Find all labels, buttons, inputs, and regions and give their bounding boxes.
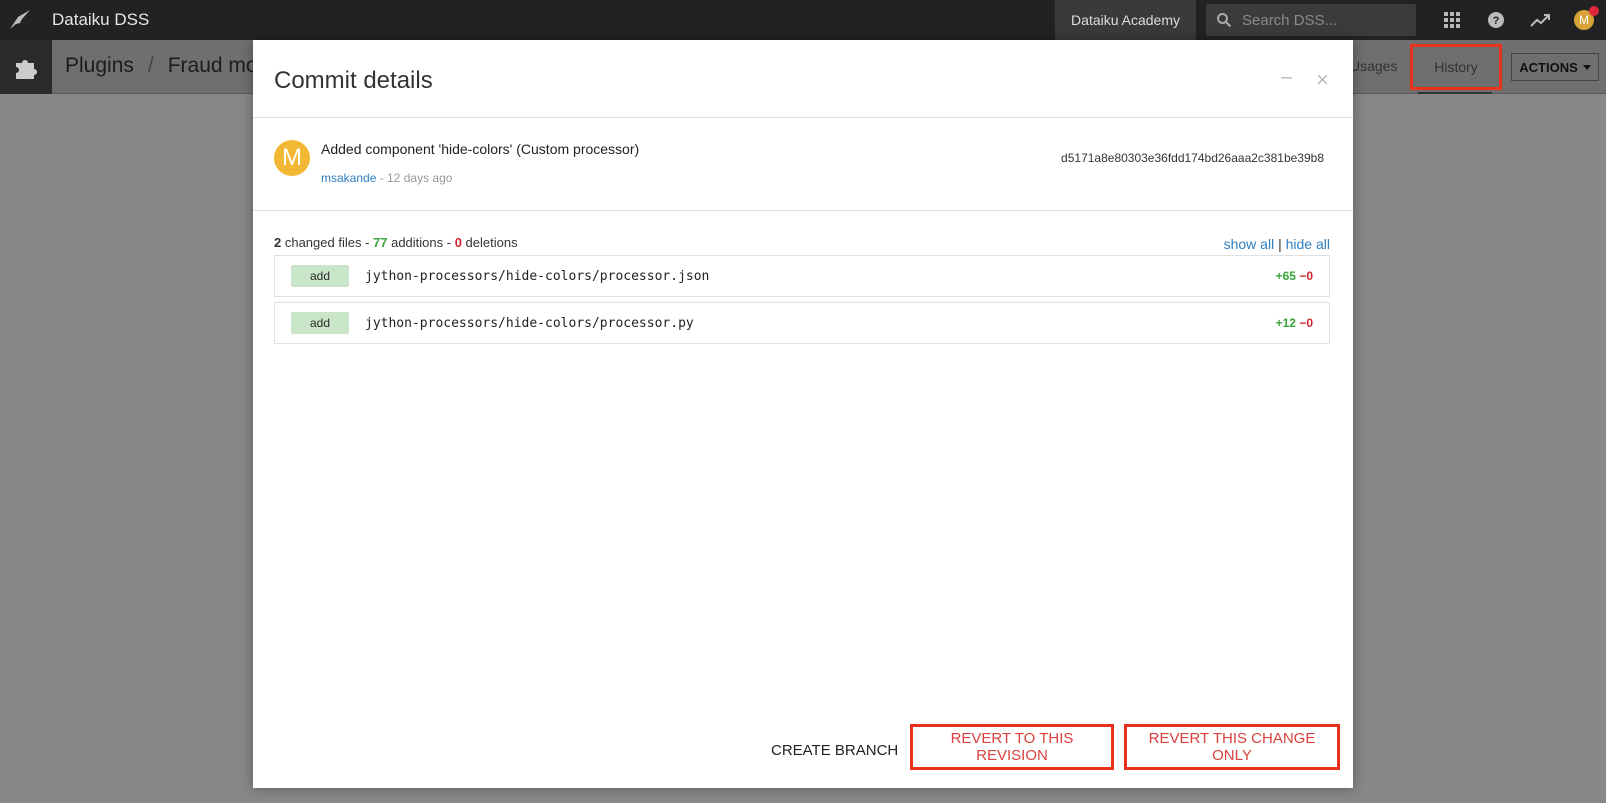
file-diff-stats: +12 −0 — [1276, 316, 1313, 330]
commit-info: M Added component 'hide-colors' (Custom … — [253, 118, 1353, 211]
activity-trend-icon[interactable] — [1518, 0, 1562, 40]
tab-history-label: History — [1434, 59, 1478, 75]
dataiku-bird-logo-icon[interactable] — [0, 0, 40, 40]
file-deletions: −0 — [1299, 269, 1313, 283]
changed-files-label: changed files - — [281, 235, 374, 250]
commit-meta: msakande - 12 days ago — [321, 171, 452, 185]
breadcrumb: Plugins / Fraud mon — [65, 54, 269, 78]
help-icon[interactable]: ? — [1474, 0, 1518, 40]
modal-footer: CREATE BRANCH REVERT TO THIS REVISION RE… — [253, 718, 1353, 788]
app-title[interactable]: Dataiku DSS — [52, 10, 149, 30]
file-additions: +12 — [1275, 316, 1296, 330]
file-additions: +65 — [1275, 269, 1296, 283]
tab-usages[interactable]: Usages — [1350, 58, 1397, 74]
academy-link[interactable]: Dataiku Academy — [1055, 0, 1196, 40]
top-navbar: Dataiku DSS Dataiku Academy ? M — [0, 0, 1606, 40]
file-status-badge: add — [291, 312, 349, 334]
file-path: jython-processors/hide-colors/processor.… — [365, 315, 694, 331]
commit-time: - 12 days ago — [376, 171, 453, 185]
actions-label: ACTIONS — [1519, 59, 1578, 75]
puzzle-piece-icon[interactable] — [0, 40, 52, 94]
changes-summary: 2 changed files - 77 additions - 0 delet… — [274, 235, 518, 250]
navbar-right: Dataiku Academy ? M — [1055, 0, 1606, 40]
commit-hash: d5171a8e80303e36fdd174bd26aaa2c381be39b8 — [1061, 151, 1324, 165]
avatar: M — [1574, 6, 1599, 30]
minimize-icon[interactable]: – — [1281, 66, 1292, 89]
caret-down-icon — [1582, 64, 1591, 70]
diff-toggle-links: show all | hide all — [1224, 236, 1330, 252]
breadcrumb-separator: / — [147, 54, 154, 77]
modal-header: Commit details – × — [253, 40, 1353, 118]
additions-count: 77 — [373, 235, 388, 250]
breadcrumb-plugins[interactable]: Plugins — [65, 54, 134, 78]
search-icon — [1217, 13, 1232, 28]
avatar-letter: M — [1579, 13, 1589, 27]
revert-to-revision-button[interactable]: REVERT TO THIS REVISION — [910, 724, 1114, 770]
user-avatar-button[interactable]: M — [1562, 0, 1606, 40]
file-row[interactable]: add jython-processors/hide-colors/proces… — [274, 255, 1330, 297]
commit-message: Added component 'hide-colors' (Custom pr… — [321, 141, 640, 157]
deletions-label: deletions — [461, 235, 518, 250]
notification-dot — [1589, 6, 1599, 16]
create-branch-button[interactable]: CREATE BRANCH — [771, 742, 898, 759]
file-diff-stats: +65 −0 — [1276, 269, 1313, 283]
apps-grid-icon[interactable] — [1430, 0, 1474, 40]
show-all-link[interactable]: show all — [1224, 236, 1275, 252]
tab-history[interactable]: History — [1410, 44, 1502, 90]
modal-title: Commit details — [274, 67, 433, 94]
close-icon[interactable]: × — [1316, 67, 1329, 93]
hide-all-link[interactable]: hide all — [1286, 236, 1330, 252]
search-input[interactable] — [1242, 11, 1402, 29]
commit-details-modal: Commit details – × M Added component 'hi… — [253, 40, 1353, 788]
file-path: jython-processors/hide-colors/processor.… — [365, 268, 710, 284]
svg-text:?: ? — [1493, 15, 1500, 27]
commit-author-avatar: M — [274, 140, 310, 176]
file-status-badge: add — [291, 265, 349, 287]
search-box[interactable] — [1206, 4, 1416, 36]
additions-label: additions - — [387, 235, 455, 250]
links-separator: | — [1278, 236, 1282, 252]
file-row[interactable]: add jython-processors/hide-colors/proces… — [274, 302, 1330, 344]
file-deletions: −0 — [1299, 316, 1313, 330]
commit-author-link[interactable]: msakande — [321, 171, 376, 185]
deletions-count: 0 — [454, 235, 462, 250]
active-tab-underline — [1418, 92, 1492, 94]
actions-dropdown-button[interactable]: ACTIONS — [1511, 53, 1599, 81]
revert-change-only-button[interactable]: REVERT THIS CHANGE ONLY — [1124, 724, 1340, 770]
